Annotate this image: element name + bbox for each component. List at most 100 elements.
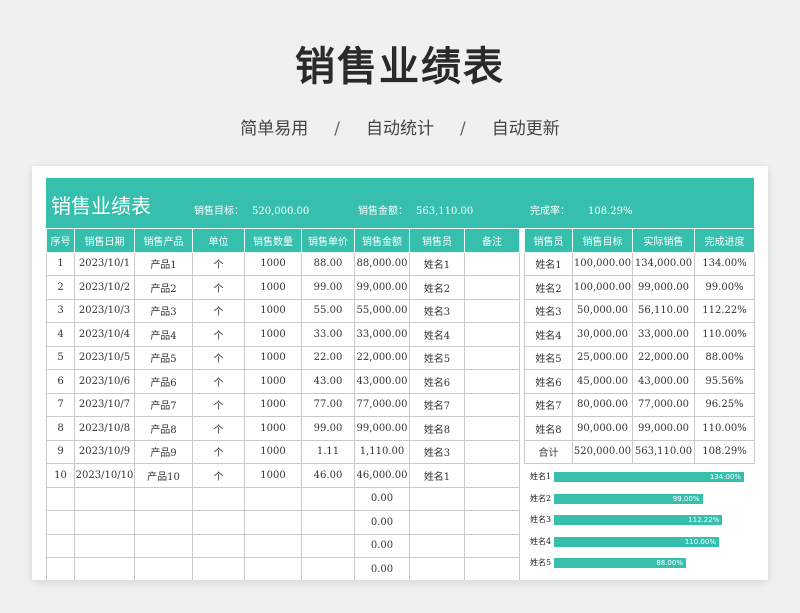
table-cell[interactable]	[192, 510, 245, 535]
table-cell[interactable]: 55,000.00	[354, 298, 410, 323]
table-cell[interactable]: 2023/10/2	[74, 275, 135, 300]
table-cell[interactable]: 0.00	[354, 533, 410, 558]
table-cell[interactable]	[134, 510, 193, 535]
table-cell[interactable]	[46, 486, 75, 511]
table-cell[interactable]: 姓名5	[524, 345, 573, 370]
table-cell[interactable]: 2023/10/3	[74, 298, 135, 323]
table-cell[interactable]: 个	[192, 322, 245, 347]
table-cell[interactable]	[464, 463, 520, 488]
table-cell[interactable]: 产品1	[134, 251, 193, 276]
table-cell[interactable]	[464, 345, 520, 370]
table-cell[interactable]: 姓名3	[409, 298, 465, 323]
table-cell[interactable]: 33,000.00	[632, 322, 695, 347]
table-cell[interactable]: 姓名7	[524, 392, 573, 417]
table-cell[interactable]: 99,000.00	[354, 275, 410, 300]
table-cell[interactable]	[464, 533, 520, 558]
table-cell[interactable]: 合计	[524, 439, 573, 464]
table-cell[interactable]: 1,110.00	[354, 439, 410, 464]
table-cell[interactable]: 1000	[244, 322, 302, 347]
table-cell[interactable]	[464, 322, 520, 347]
table-cell[interactable]: 产品3	[134, 298, 193, 323]
table-cell[interactable]: 134.00%	[694, 251, 755, 276]
table-cell[interactable]: 43.00	[301, 369, 355, 394]
table-cell[interactable]: 个	[192, 392, 245, 417]
table-cell[interactable]: 产品2	[134, 275, 193, 300]
table-cell[interactable]: 产品7	[134, 392, 193, 417]
table-cell[interactable]	[46, 510, 75, 535]
table-cell[interactable]: 个	[192, 439, 245, 464]
table-cell[interactable]	[192, 486, 245, 511]
table-cell[interactable]	[464, 510, 520, 535]
table-cell[interactable]: 7	[46, 392, 75, 417]
table-cell[interactable]: 80,000.00	[572, 392, 633, 417]
table-cell[interactable]: 96.25%	[694, 392, 755, 417]
table-cell[interactable]: 1000	[244, 298, 302, 323]
table-cell[interactable]	[46, 533, 75, 558]
table-cell[interactable]: 姓名4	[524, 322, 573, 347]
table-cell[interactable]: 姓名5	[409, 345, 465, 370]
table-cell[interactable]: 个	[192, 369, 245, 394]
table-cell[interactable]: 77.00	[301, 392, 355, 417]
table-cell[interactable]: 112.22%	[694, 298, 755, 323]
table-cell[interactable]: 1000	[244, 251, 302, 276]
table-cell[interactable]	[409, 486, 465, 511]
table-cell[interactable]: 产品8	[134, 416, 193, 441]
table-cell[interactable]: 姓名6	[524, 369, 573, 394]
table-cell[interactable]	[409, 533, 465, 558]
table-cell[interactable]	[134, 486, 193, 511]
table-cell[interactable]	[74, 486, 135, 511]
table-cell[interactable]: 个	[192, 298, 245, 323]
table-cell[interactable]: 8	[46, 416, 75, 441]
table-cell[interactable]: 1000	[244, 369, 302, 394]
table-cell[interactable]: 43,000.00	[632, 369, 695, 394]
table-cell[interactable]	[192, 557, 245, 580]
table-cell[interactable]: 90,000.00	[572, 416, 633, 441]
table-cell[interactable]: 姓名2	[524, 275, 573, 300]
table-cell[interactable]	[192, 533, 245, 558]
table-cell[interactable]	[244, 510, 302, 535]
table-cell[interactable]: 45,000.00	[572, 369, 633, 394]
table-cell[interactable]: 产品4	[134, 322, 193, 347]
table-cell[interactable]	[74, 510, 135, 535]
table-cell[interactable]	[46, 557, 75, 580]
table-cell[interactable]	[464, 416, 520, 441]
table-cell[interactable]: 姓名8	[409, 416, 465, 441]
table-cell[interactable]: 姓名1	[409, 251, 465, 276]
table-cell[interactable]: 1000	[244, 439, 302, 464]
table-cell[interactable]: 110.00%	[694, 416, 755, 441]
table-cell[interactable]: 50,000.00	[572, 298, 633, 323]
table-cell[interactable]: 1000	[244, 275, 302, 300]
table-cell[interactable]: 1000	[244, 392, 302, 417]
table-cell[interactable]: 22.00	[301, 345, 355, 370]
table-cell[interactable]: 99,000.00	[354, 416, 410, 441]
table-cell[interactable]: 9	[46, 439, 75, 464]
table-cell[interactable]	[464, 275, 520, 300]
table-cell[interactable]: 6	[46, 369, 75, 394]
table-cell[interactable]: 4	[46, 322, 75, 347]
table-cell[interactable]: 10	[46, 463, 75, 488]
table-cell[interactable]: 25,000.00	[572, 345, 633, 370]
table-cell[interactable]: 1	[46, 251, 75, 276]
table-cell[interactable]	[74, 533, 135, 558]
table-cell[interactable]: 77,000.00	[354, 392, 410, 417]
table-cell[interactable]: 520,000.00	[572, 439, 633, 464]
table-cell[interactable]	[464, 369, 520, 394]
table-cell[interactable]: 2023/10/9	[74, 439, 135, 464]
table-cell[interactable]: 姓名3	[524, 298, 573, 323]
table-cell[interactable]: 0.00	[354, 486, 410, 511]
table-cell[interactable]: 88.00	[301, 251, 355, 276]
table-cell[interactable]: 2023/10/7	[74, 392, 135, 417]
table-cell[interactable]: 2023/10/8	[74, 416, 135, 441]
table-cell[interactable]: 姓名3	[409, 439, 465, 464]
table-cell[interactable]: 95.56%	[694, 369, 755, 394]
table-cell[interactable]: 3	[46, 298, 75, 323]
table-cell[interactable]: 5	[46, 345, 75, 370]
table-cell[interactable]: 88,000.00	[354, 251, 410, 276]
table-cell[interactable]: 2023/10/4	[74, 322, 135, 347]
table-cell[interactable]	[74, 557, 135, 580]
table-cell[interactable]: 产品9	[134, 439, 193, 464]
table-cell[interactable]	[464, 486, 520, 511]
table-cell[interactable]: 姓名8	[524, 416, 573, 441]
table-cell[interactable]: 1000	[244, 416, 302, 441]
table-cell[interactable]: 108.29%	[694, 439, 755, 464]
